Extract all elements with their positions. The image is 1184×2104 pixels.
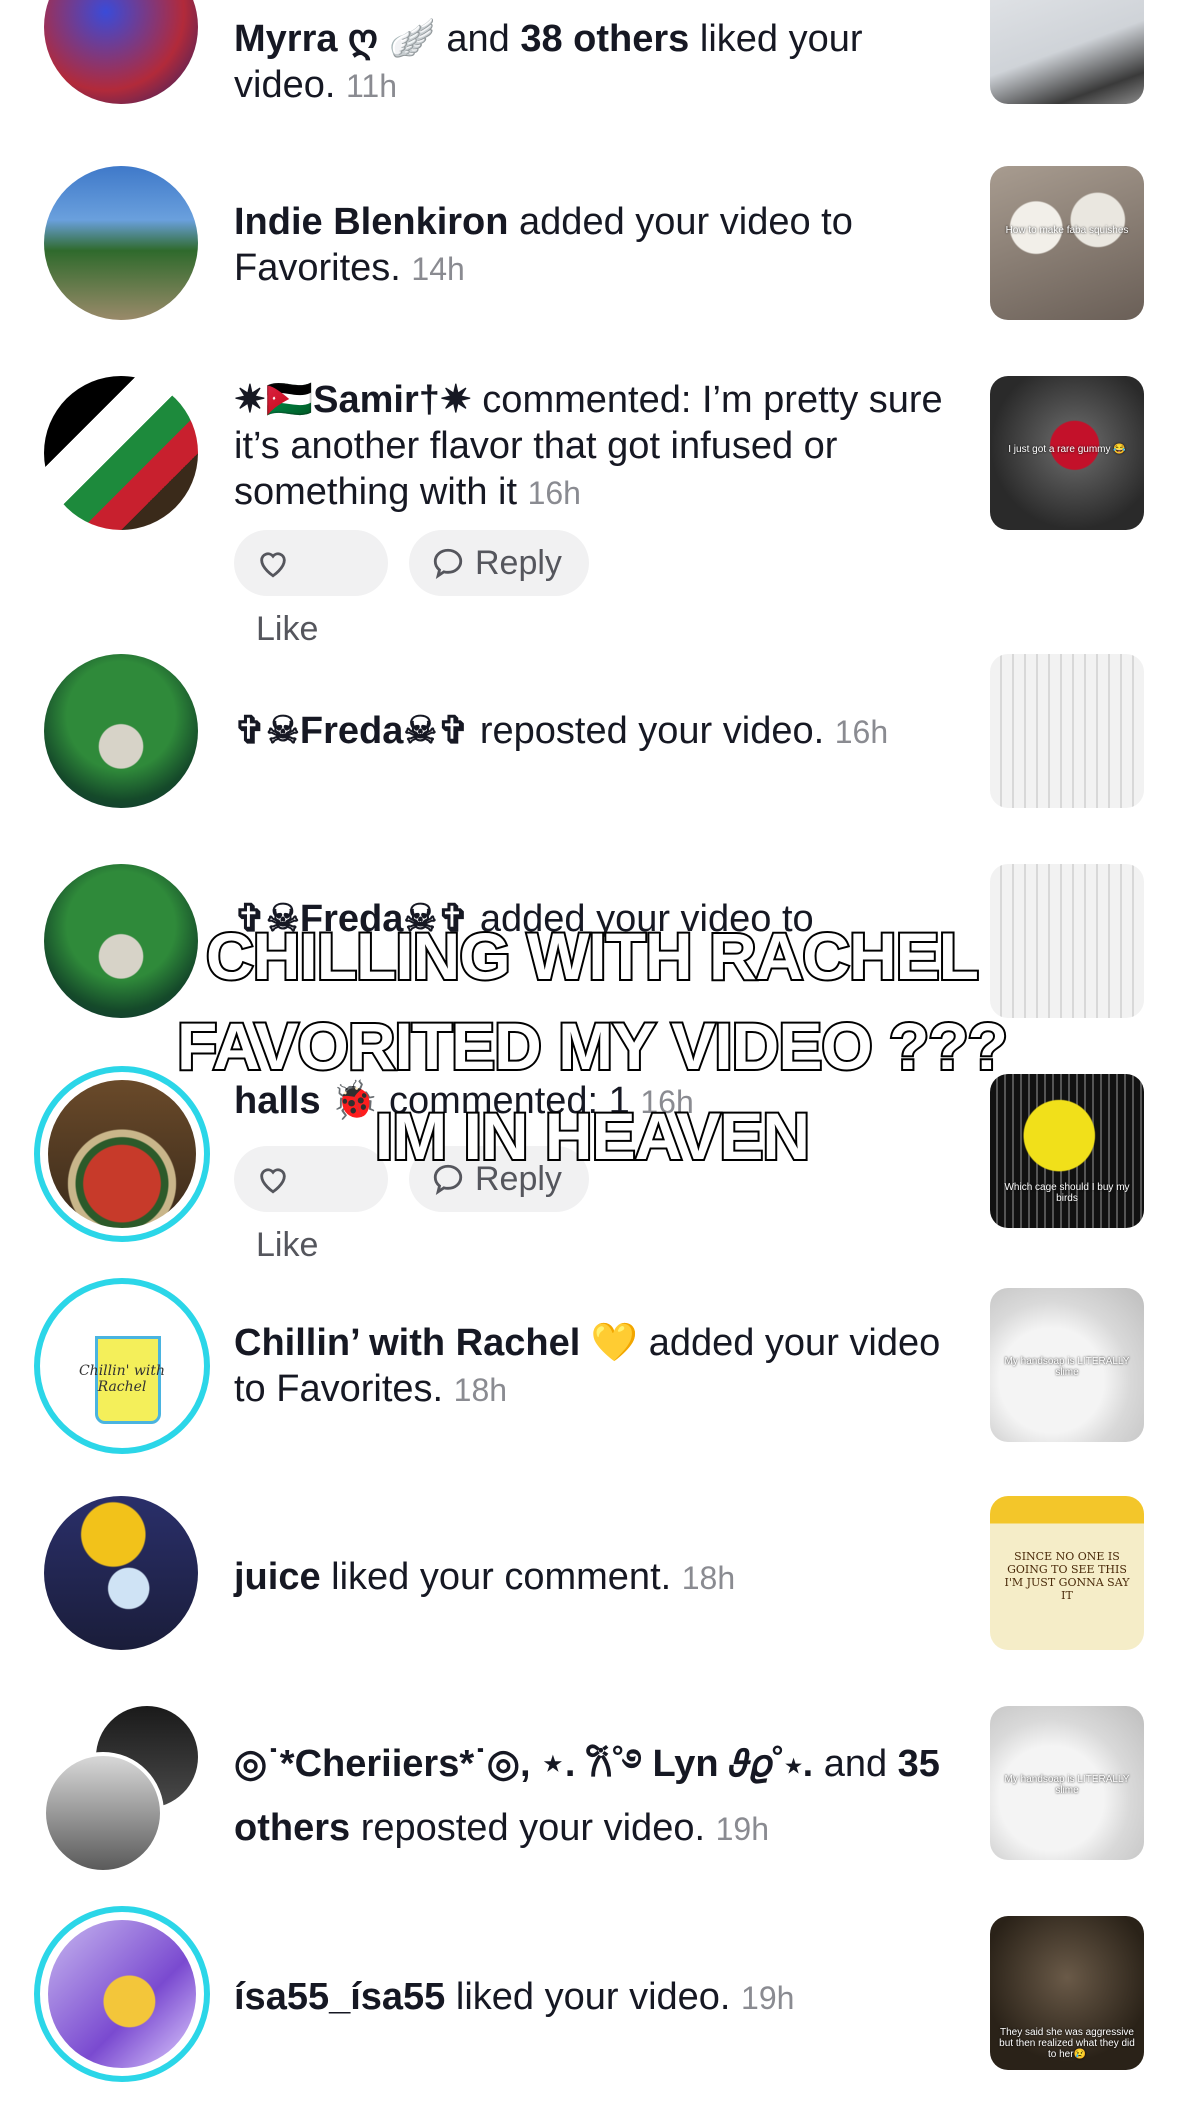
username[interactable]: ísa55_ísa55 bbox=[234, 1976, 445, 2018]
timestamp: 11h bbox=[345, 68, 397, 104]
thumbnail-caption: I just got a rare gummy 😂 bbox=[1008, 443, 1126, 455]
notification-text: ✞☠Freda☠✞ reposted your video. 16h bbox=[234, 708, 954, 755]
notification-text: Indie Blenkiron added your video to Favo… bbox=[234, 199, 954, 292]
video-thumbnail[interactable]: I just got a rare gummy 😂 bbox=[990, 376, 1144, 530]
thumbnail-caption: They said she was aggressive but then re… bbox=[999, 2026, 1135, 2060]
notification-message: liked your video. bbox=[445, 1976, 731, 2018]
avatar[interactable] bbox=[44, 654, 198, 808]
reply-button[interactable]: Reply bbox=[409, 530, 589, 596]
timestamp: 19h bbox=[715, 1811, 769, 1847]
notification-text: ísa55_ísa55 liked your video. 19h bbox=[234, 1974, 954, 2021]
notification-message: and bbox=[435, 18, 521, 60]
like-button[interactable]: Like bbox=[234, 530, 388, 648]
overlay-caption-line-2: FAVORITED MY VIDEO ??? bbox=[175, 1008, 1010, 1084]
notification-text: Chillin’ with Rachel 💛 added your video … bbox=[234, 1320, 954, 1413]
thumbnail-caption: My handsoap is LITERALLY slime bbox=[1004, 1355, 1130, 1378]
heart-icon bbox=[260, 552, 286, 578]
notification-message: reposted your video. bbox=[469, 710, 825, 752]
notification-text: juice liked your comment. 18h bbox=[234, 1554, 954, 1601]
username[interactable]: ◎˙*Cheriiers*˙◎, ⋆. 𐙚˚࿔ Lyn 𝜗𝜚˚⋆. bbox=[234, 1743, 813, 1785]
thumbnail-caption: Which cage should I buy my birds bbox=[1004, 1181, 1130, 1204]
overlay-caption-line-1: CHILLING WITH RACHEL bbox=[204, 918, 981, 994]
avatar[interactable] bbox=[44, 1496, 198, 1650]
timestamp: 19h bbox=[741, 1980, 795, 2016]
username[interactable]: juice bbox=[234, 1556, 321, 1598]
avatar-image bbox=[48, 1920, 196, 2068]
username[interactable]: ✷🇯🇴Samir†✷ bbox=[234, 379, 472, 421]
like-label: Like bbox=[256, 610, 319, 648]
video-thumbnail[interactable]: My handsoap is LITERALLY slime bbox=[990, 1706, 1144, 1860]
avatar[interactable] bbox=[44, 0, 198, 104]
avatar[interactable] bbox=[44, 376, 198, 530]
avatar-logo-text: Chillin' with Rachel bbox=[78, 1363, 166, 1396]
thumbnail-caption: SINCE NO ONE IS GOING TO SEE THIS I'M JU… bbox=[1004, 1549, 1130, 1602]
username[interactable]: ✞☠Freda☠✞ bbox=[234, 710, 469, 752]
video-thumbnail[interactable] bbox=[990, 654, 1144, 808]
avatar-image: Chillin' with Rachel bbox=[48, 1292, 196, 1440]
avatar[interactable]: Chillin' with Rachel bbox=[34, 1278, 210, 1454]
timestamp: 18h bbox=[453, 1372, 508, 1408]
username[interactable]: 38 others bbox=[520, 18, 689, 60]
overlay-caption-line-3: IM IN HEAVEN bbox=[373, 1098, 812, 1174]
video-thumbnail[interactable]: My handsoap is LITERALLY slime bbox=[990, 1288, 1144, 1442]
comment-icon bbox=[433, 548, 463, 580]
video-thumbnail[interactable] bbox=[990, 0, 1144, 104]
username[interactable]: Indie Blenkiron bbox=[234, 201, 508, 243]
notification-text: ✷🇯🇴Samir†✷ commented: I’m pretty sure it… bbox=[234, 377, 954, 516]
notification-text: Myrra ღ 🪽 and 38 others liked your video… bbox=[234, 16, 954, 109]
avatar[interactable] bbox=[44, 166, 198, 320]
video-thumbnail[interactable]: How to make faba squishes bbox=[990, 166, 1144, 320]
notification-message: liked your comment. bbox=[320, 1556, 672, 1598]
timestamp: 16h bbox=[834, 714, 889, 750]
reply-label: Reply bbox=[475, 544, 562, 582]
notification-text: ◎˙*Cheriiers*˙◎, ⋆. 𐙚˚࿔ Lyn 𝜗𝜚˚⋆. and 35… bbox=[234, 1732, 954, 1861]
video-thumbnail[interactable]: They said she was aggressive but then re… bbox=[990, 1916, 1144, 2070]
username[interactable]: Myrra ღ 🪽 bbox=[234, 18, 436, 60]
timestamp: 14h bbox=[411, 251, 465, 287]
video-thumbnail[interactable]: SINCE NO ONE IS GOING TO SEE THIS I'M JU… bbox=[990, 1496, 1144, 1650]
notification-message: reposted your video. bbox=[350, 1807, 706, 1849]
thumbnail-caption: How to make faba squishes bbox=[1005, 224, 1129, 236]
thumbnail-caption: My handsoap is LITERALLY slime bbox=[1004, 1773, 1130, 1796]
like-label: Like bbox=[256, 1226, 319, 1264]
username[interactable]: Chillin’ with Rachel 💛 bbox=[234, 1322, 638, 1364]
avatar[interactable] bbox=[34, 1906, 210, 2082]
timestamp: 18h bbox=[681, 1560, 736, 1596]
avatar[interactable] bbox=[42, 1752, 164, 1874]
notification-message: and bbox=[813, 1743, 898, 1785]
timestamp: 16h bbox=[527, 475, 581, 511]
